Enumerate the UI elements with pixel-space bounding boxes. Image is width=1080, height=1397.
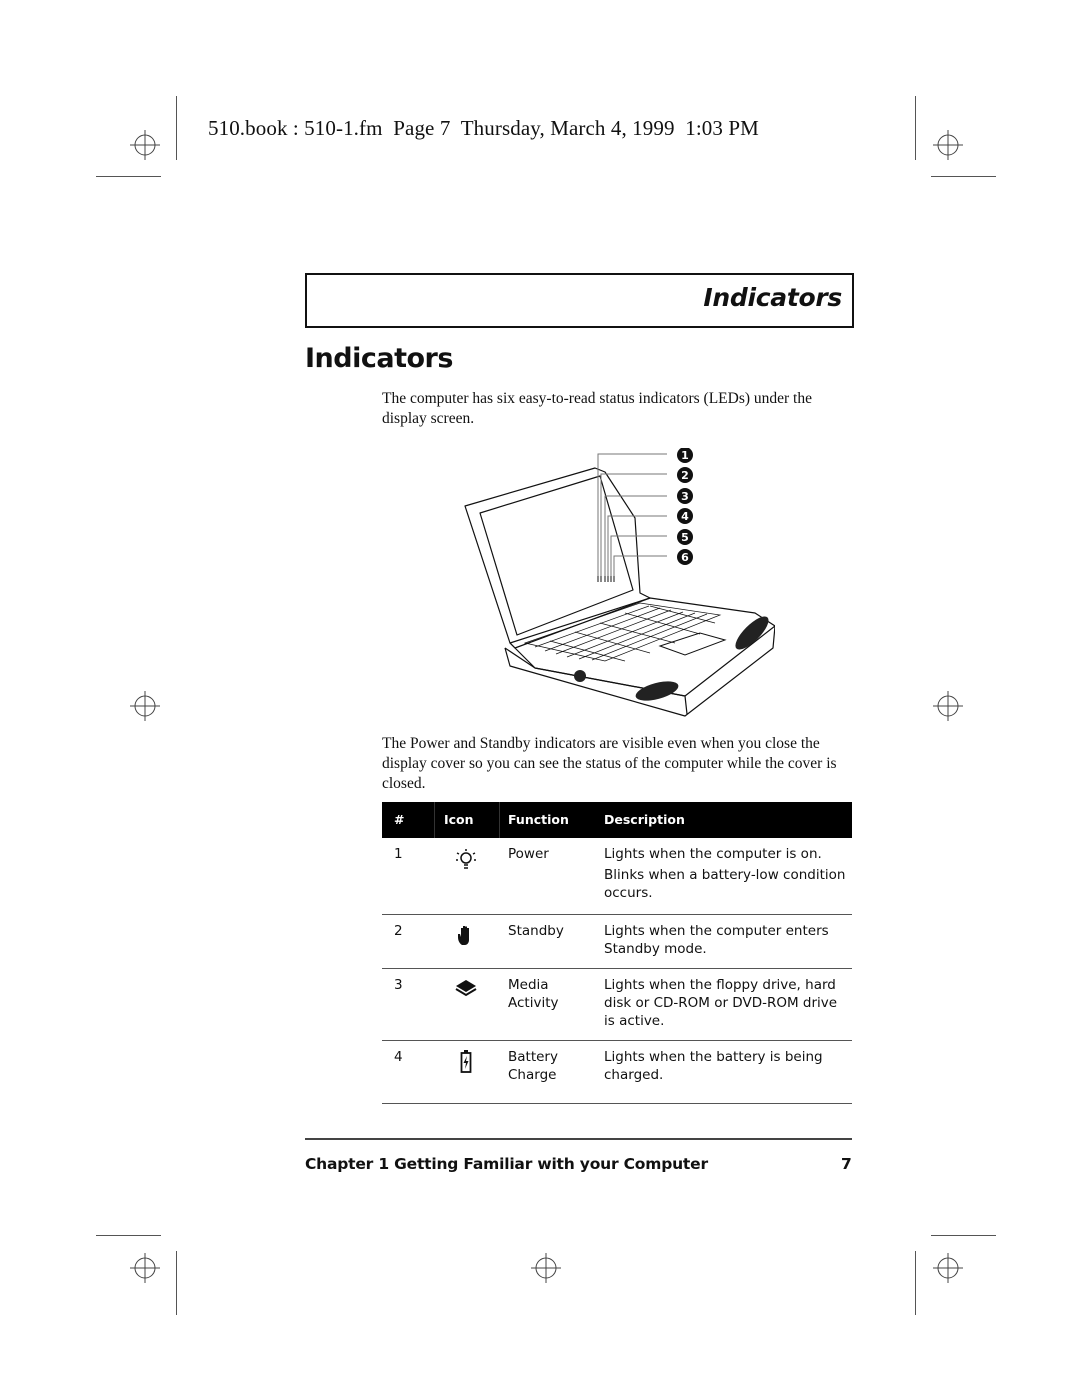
intro-paragraph: The computer has six easy-to-read status… <box>382 390 812 427</box>
media-activity-disk-icon <box>455 980 477 997</box>
callout-2-label: 2 <box>681 469 689 482</box>
row-function: Media Activity <box>508 977 559 1011</box>
row-description: Lights when the battery is being charged… <box>604 1049 823 1083</box>
crop-mark <box>176 1251 177 1315</box>
footer-page-number: 7 <box>841 1155 852 1173</box>
header-icon: Icon <box>444 812 474 827</box>
crop-mark <box>915 1251 916 1315</box>
header-function: Function <box>508 812 569 827</box>
running-header-title: Indicators <box>703 283 842 312</box>
battery-charge-icon <box>460 1050 472 1073</box>
callout-1-label: 1 <box>681 449 689 462</box>
table-row: 4 Battery Charge Lights when the battery… <box>382 1041 852 1104</box>
speaker-left <box>635 681 679 701</box>
callout-4-label: 4 <box>681 510 689 523</box>
print-slug: 510.book : 510-1.fm Page 7 Thursday, Mar… <box>208 116 759 140</box>
standby-hand-icon <box>458 926 469 945</box>
header-num: # <box>394 812 405 827</box>
laptop-lid <box>464 467 651 649</box>
row-function: Battery Charge <box>508 1049 558 1083</box>
row-function: Standby <box>508 923 564 939</box>
crop-mark <box>176 96 177 160</box>
section-title: Indicators <box>305 343 453 374</box>
row-description: Lights when the computer enters Standby … <box>604 923 829 957</box>
table-header: # Icon Function Description <box>382 802 852 838</box>
callout-6-label: 6 <box>681 551 689 564</box>
table-row: 1 Power Lights when the computer is on. … <box>382 838 852 915</box>
row-description: Lights when the floppy drive, hard disk … <box>604 977 838 1029</box>
table-row: 2 Standby Lights when the computer enter… <box>382 915 852 969</box>
registration-mark-icon <box>933 1253 963 1283</box>
description-line: Blinks when a battery-low condition occu… <box>604 867 846 901</box>
callout-5-label: 5 <box>681 531 689 544</box>
registration-mark-icon <box>130 1253 160 1283</box>
callout-3-label: 3 <box>681 490 689 503</box>
indicator-leds <box>597 576 615 582</box>
registration-mark-icon <box>531 1253 561 1283</box>
header-description: Description <box>604 812 685 827</box>
crop-mark <box>931 176 996 177</box>
row-number: 1 <box>394 846 403 862</box>
footer-chapter-title: Chapter 1 Getting Familiar with your Com… <box>305 1155 708 1173</box>
registration-mark-icon <box>933 691 963 721</box>
row-function: Power <box>508 846 549 862</box>
keyboard <box>523 602 722 662</box>
visibility-paragraph: The Power and Standby indicators are vis… <box>382 735 837 792</box>
registration-mark-icon <box>933 130 963 160</box>
laptop-figure: 1 2 3 4 5 6 <box>464 448 775 717</box>
row-number: 3 <box>394 977 403 993</box>
running-header-box: Indicators <box>305 273 854 328</box>
crop-mark <box>931 1235 996 1236</box>
description-line: Lights when the computer is on. <box>604 846 822 862</box>
indicator-table: # Icon Function Description 1 Power Ligh… <box>382 802 852 1104</box>
power-lightbulb-icon <box>456 849 476 869</box>
laptop-base <box>509 597 775 697</box>
touchpad <box>658 632 727 656</box>
crop-mark <box>96 1235 161 1236</box>
row-number: 2 <box>394 923 403 939</box>
crop-mark <box>96 176 161 177</box>
registration-mark-icon <box>130 130 160 160</box>
registration-mark-icon <box>130 691 160 721</box>
footer-rule <box>305 1138 852 1140</box>
row-number: 4 <box>394 1049 403 1065</box>
crop-mark <box>915 96 916 160</box>
row-description: Lights when the computer is on. Blinks w… <box>604 845 849 902</box>
table-row: 3 Media Activity Lights when the floppy … <box>382 969 852 1041</box>
